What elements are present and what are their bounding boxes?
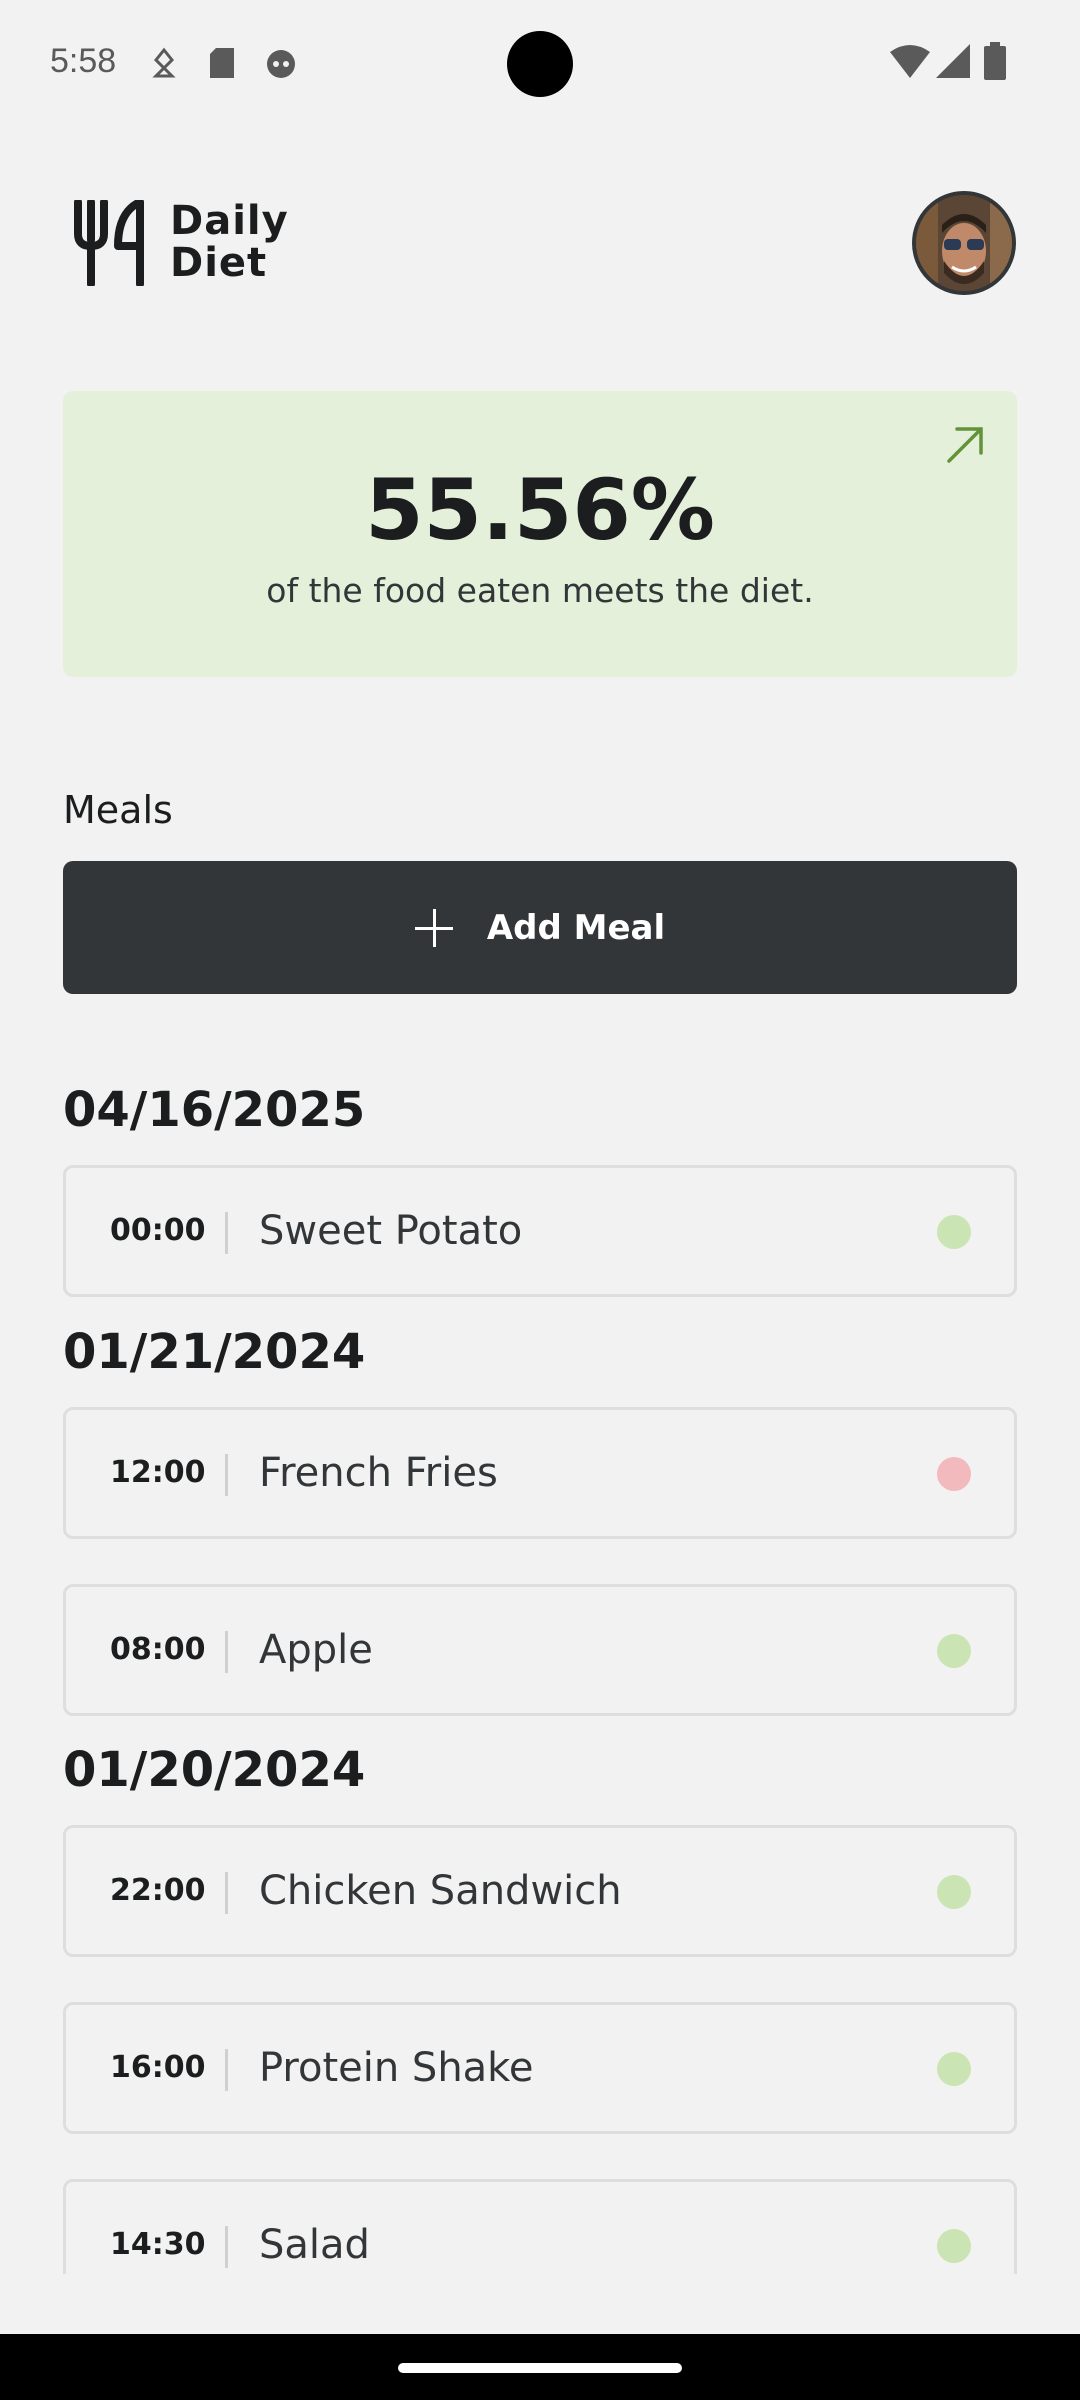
meal-time: 00:00 <box>110 1213 206 1248</box>
profile-photo-icon <box>916 195 1012 291</box>
meal-item[interactable]: 08:00 Apple <box>63 1584 1017 1716</box>
meal-time: 12:00 <box>110 1455 206 1490</box>
on-diet-status-dot <box>937 1875 971 1909</box>
arrow-up-right-icon[interactable] <box>945 423 987 465</box>
meal-name: Salad <box>259 2222 370 2268</box>
on-diet-status-dot <box>937 1634 971 1668</box>
meal-divider <box>225 1872 228 1914</box>
date-header: 01/21/2024 <box>63 1324 366 1380</box>
meal-name: French Fries <box>259 1450 498 1496</box>
meals-title: Meals <box>63 788 173 832</box>
meal-name: Sweet Potato <box>259 1208 523 1254</box>
meal-divider <box>225 1454 228 1496</box>
meal-divider <box>225 2049 228 2091</box>
add-meal-label: Add Meal <box>486 907 666 948</box>
meal-time: 14:30 <box>110 2227 206 2262</box>
fork-knife-icon <box>74 200 144 286</box>
meal-item[interactable]: 22:00 Chicken Sandwich <box>63 1825 1017 1957</box>
meal-name: Apple <box>259 1627 373 1673</box>
meal-time: 16:00 <box>110 2050 206 2085</box>
on-diet-status-dot <box>937 2052 971 2086</box>
diet-stats-card[interactable]: 55.56% of the food eaten meets the diet. <box>63 391 1017 677</box>
off-diet-status-dot <box>937 1457 971 1491</box>
date-header: 01/20/2024 <box>63 1742 366 1798</box>
meal-divider <box>225 1631 228 1673</box>
meal-divider <box>225 1212 228 1254</box>
add-meal-button[interactable]: Add Meal <box>63 861 1017 994</box>
meal-divider <box>225 2226 228 2268</box>
meal-name: Protein Shake <box>259 2045 534 2091</box>
meal-time: 22:00 <box>110 1873 206 1908</box>
meal-item[interactable]: 14:30 Salad <box>63 2179 1017 2274</box>
on-diet-status-dot <box>937 1215 971 1249</box>
app-logo: Daily Diet <box>74 198 288 288</box>
avatar[interactable] <box>912 191 1016 295</box>
meal-item[interactable]: 12:00 French Fries <box>63 1407 1017 1539</box>
diet-percentage: 55.56% <box>365 461 715 559</box>
meal-item[interactable]: 00:00 Sweet Potato <box>63 1165 1017 1297</box>
date-header: 04/16/2025 <box>63 1082 366 1138</box>
home-gesture-handle[interactable] <box>398 2363 682 2373</box>
meal-time: 08:00 <box>110 1632 206 1667</box>
meal-name: Chicken Sandwich <box>259 1868 622 1914</box>
scroll-content[interactable]: Daily Diet 55.56% of the food eaten meet… <box>0 0 1080 2274</box>
logo-text-line2: Diet <box>170 240 268 286</box>
diet-caption: of the food eaten meets the diet. <box>266 571 814 610</box>
logo-text-line1: Daily <box>170 198 289 244</box>
on-diet-status-dot <box>937 2229 971 2263</box>
plus-icon <box>414 908 453 947</box>
meal-item[interactable]: 16:00 Protein Shake <box>63 2002 1017 2134</box>
